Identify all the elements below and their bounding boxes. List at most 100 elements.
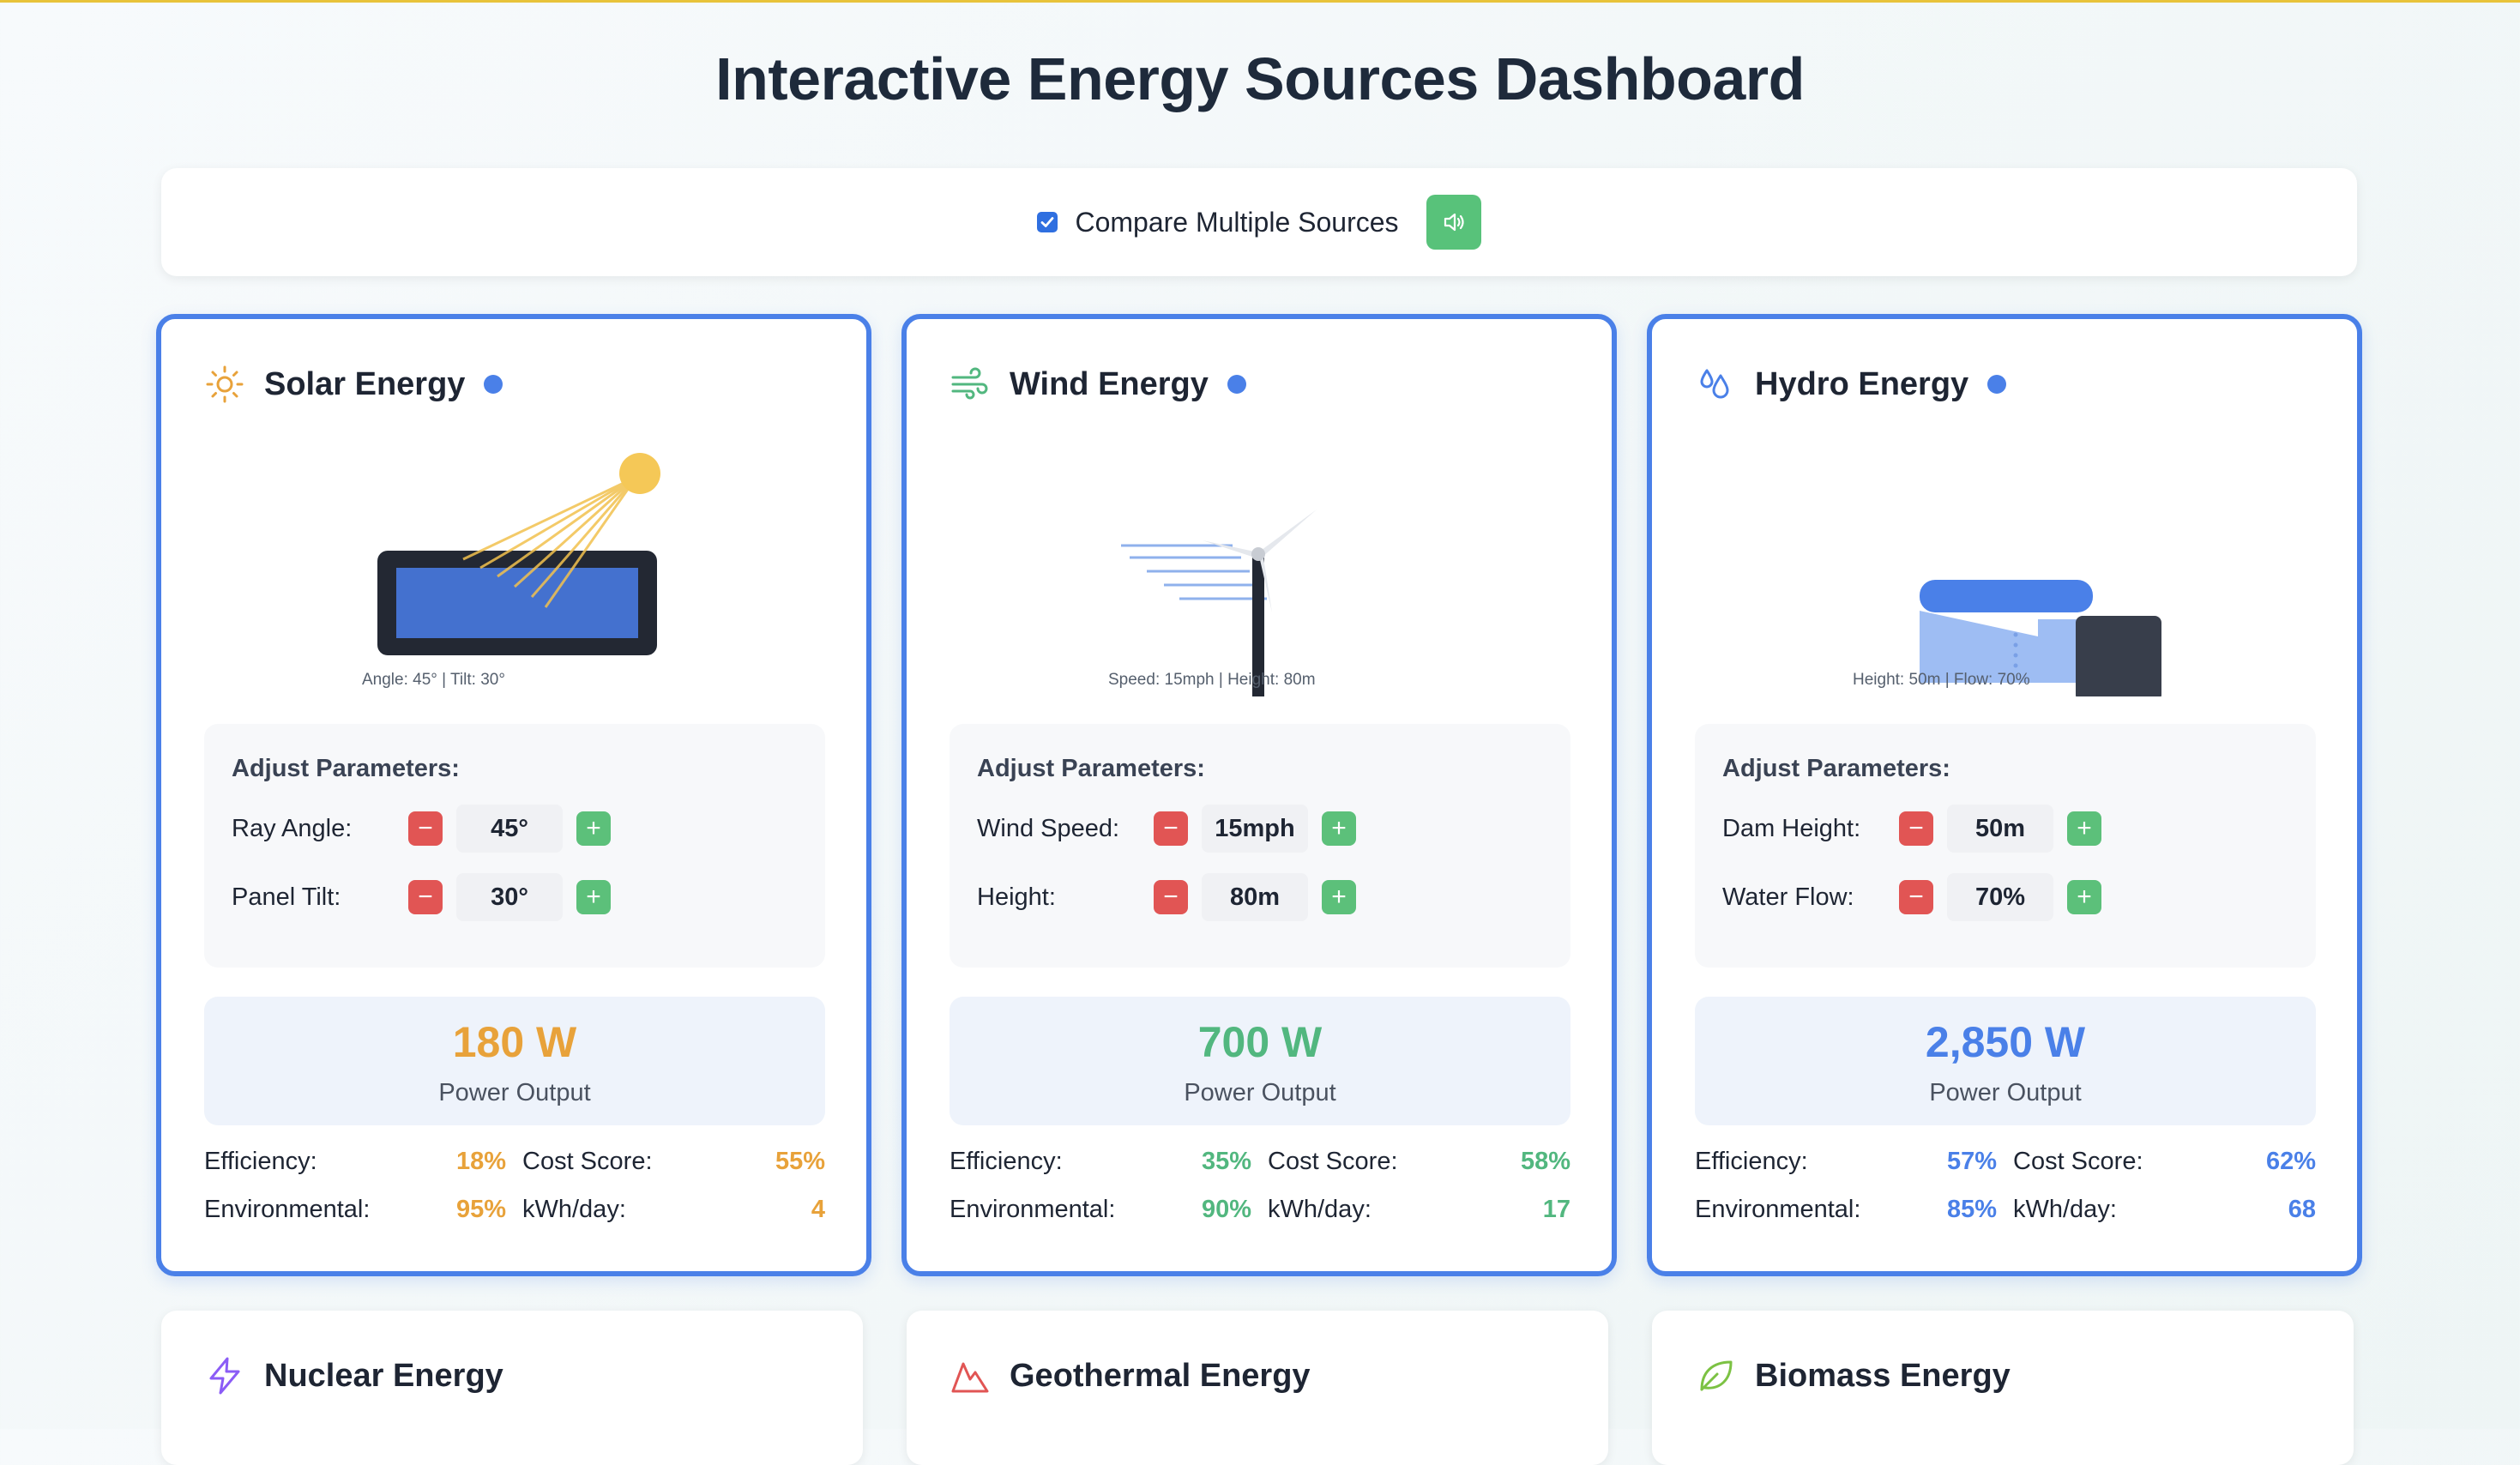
param-value: 70%	[1947, 873, 2053, 921]
comparison-toolbar: Compare Multiple Sources	[161, 168, 2357, 276]
increase-button[interactable]: +	[576, 811, 611, 846]
stats-grid: Efficiency: 57% Cost Score: 62% Environm…	[1695, 1148, 2316, 1244]
cost-score-value: 62%	[2265, 1148, 2316, 1175]
increase-button[interactable]: +	[2067, 811, 2101, 846]
param-row-panel-tilt: Panel Tilt: − 30° +	[232, 873, 611, 921]
stats-grid: Efficiency: 35% Cost Score: 58% Environm…	[950, 1148, 1570, 1244]
sound-button[interactable]	[1426, 195, 1481, 250]
card-title: Solar Energy	[264, 365, 466, 402]
stats-row: Efficiency: 18% Cost Score: 55%	[204, 1148, 825, 1196]
increase-button[interactable]: +	[1322, 880, 1356, 914]
speaker-icon	[1444, 213, 1464, 232]
kwh-value: 17	[1542, 1196, 1570, 1223]
power-output-label: Power Output	[1929, 1079, 2082, 1106]
mountain-icon	[950, 1355, 991, 1396]
decrease-button[interactable]: −	[1899, 880, 1933, 914]
increase-button[interactable]: +	[576, 880, 611, 914]
solar-panel-illustration	[377, 453, 660, 655]
wind-turbine-illustration	[1121, 509, 1317, 698]
cost-score-label: Cost Score:	[1268, 1148, 1398, 1175]
param-row-wind-speed: Wind Speed: − 15mph +	[977, 805, 1356, 853]
param-label: Water Flow:	[1722, 883, 1854, 911]
decrease-button[interactable]: −	[1899, 811, 1933, 846]
hydro-dam-illustration	[1920, 580, 2161, 702]
param-value: 80m	[1202, 873, 1308, 921]
biomass-card[interactable]: Biomass Energy	[1652, 1311, 2354, 1465]
efficiency-label: Efficiency:	[204, 1148, 317, 1175]
environmental-value: 95%	[455, 1196, 506, 1223]
parameters-panel: Adjust Parameters: Dam Height: − 50m + W…	[1695, 724, 2316, 968]
param-label: Ray Angle:	[232, 814, 353, 842]
parameters-title: Adjust Parameters:	[1722, 755, 1950, 782]
kwh-value: 4	[811, 1196, 825, 1223]
card-title: Hydro Energy	[1755, 365, 1969, 402]
card-header: Geothermal Energy	[950, 1355, 1311, 1396]
increase-button[interactable]: +	[1322, 811, 1356, 846]
visual-caption: Speed: 15mph | Height: 80m	[1108, 671, 1316, 689]
decrease-button[interactable]: −	[1154, 880, 1188, 914]
param-row-water-flow: Water Flow: − 70% +	[1722, 873, 2101, 921]
cost-score-label: Cost Score:	[522, 1148, 653, 1175]
efficiency-value: 57%	[1946, 1148, 1997, 1175]
hydro-card[interactable]: Hydro Energy Height: 50m | Flow: 70% Adj…	[1647, 314, 2362, 1276]
leaf-icon	[1695, 1355, 1736, 1396]
param-label: Dam Height:	[1722, 814, 1861, 842]
cost-score-value: 58%	[1520, 1148, 1570, 1175]
selected-indicator	[1987, 375, 2007, 394]
visual-caption: Angle: 45° | Tilt: 30°	[362, 671, 505, 689]
wind-card[interactable]: Wind Energy Speed: 15mph | Height: 80m A…	[901, 314, 1617, 1276]
nuclear-card[interactable]: Nuclear Energy	[161, 1311, 863, 1465]
param-row-dam-height: Dam Height: − 50m +	[1722, 805, 2101, 853]
param-label: Panel Tilt:	[232, 883, 341, 911]
parameters-title: Adjust Parameters:	[232, 755, 460, 782]
parameters-panel: Adjust Parameters: Ray Angle: − 45° + Pa…	[204, 724, 825, 968]
water-drops-icon	[1695, 364, 1736, 405]
power-output-box: 700 W Power Output	[950, 997, 1570, 1125]
efficiency-label: Efficiency:	[1695, 1148, 1808, 1175]
param-row-height: Height: − 80m +	[977, 873, 1356, 921]
hydro-visual: Height: 50m | Flow: 70%	[1652, 439, 2357, 702]
power-output-value: 2,850 W	[1925, 1018, 2086, 1066]
kwh-label: kWh/day:	[1268, 1196, 1372, 1223]
geothermal-card[interactable]: Geothermal Energy	[907, 1311, 1608, 1465]
cost-score-label: Cost Score:	[2013, 1148, 2143, 1175]
decrease-button[interactable]: −	[408, 811, 443, 846]
card-title: Biomass Energy	[1755, 1357, 2011, 1394]
wind-visual: Speed: 15mph | Height: 80m	[907, 439, 1612, 698]
power-output-box: 2,850 W Power Output	[1695, 997, 2316, 1125]
power-output-label: Power Output	[438, 1079, 591, 1106]
card-header: Biomass Energy	[1695, 1355, 2011, 1396]
visual-caption: Height: 50m | Flow: 70%	[1853, 671, 2030, 689]
power-output-value: 180 W	[452, 1018, 577, 1066]
param-label: Wind Speed:	[977, 814, 1120, 842]
solar-card[interactable]: Solar Energy Angle: 45° | Tilt: 30° Adju…	[156, 314, 871, 1276]
top-accent-line	[0, 0, 2520, 3]
increase-button[interactable]: +	[2067, 880, 2101, 914]
efficiency-value: 18%	[455, 1148, 506, 1175]
stats-row: Environmental: 85% kWh/day: 68	[1695, 1196, 2316, 1244]
kwh-value: 68	[2288, 1196, 2316, 1223]
cost-score-value: 55%	[775, 1148, 825, 1175]
card-title: Wind Energy	[1010, 365, 1209, 402]
wind-icon	[950, 364, 991, 405]
parameters-title: Adjust Parameters:	[977, 755, 1205, 782]
compare-checkbox[interactable]	[1037, 212, 1058, 232]
checkmark-icon	[1041, 217, 1054, 227]
card-title: Nuclear Energy	[264, 1357, 503, 1394]
decrease-button[interactable]: −	[1154, 811, 1188, 846]
parameters-panel: Adjust Parameters: Wind Speed: − 15mph +…	[950, 724, 1570, 968]
environmental-value: 90%	[1201, 1196, 1251, 1223]
stats-row: Efficiency: 57% Cost Score: 62%	[1695, 1148, 2316, 1196]
power-output-box: 180 W Power Output	[204, 997, 825, 1125]
power-output-value: 700 W	[1197, 1018, 1323, 1066]
solar-visual: Angle: 45° | Tilt: 30°	[161, 439, 866, 696]
card-header: Wind Energy	[950, 364, 1246, 405]
card-title: Geothermal Energy	[1010, 1357, 1311, 1394]
kwh-label: kWh/day:	[2013, 1196, 2117, 1223]
compare-label[interactable]: Compare Multiple Sources	[1075, 207, 1398, 238]
environmental-label: Environmental:	[204, 1196, 371, 1223]
environmental-label: Environmental:	[1695, 1196, 1861, 1223]
decrease-button[interactable]: −	[408, 880, 443, 914]
stats-grid: Efficiency: 18% Cost Score: 55% Environm…	[204, 1148, 825, 1244]
kwh-label: kWh/day:	[522, 1196, 626, 1223]
